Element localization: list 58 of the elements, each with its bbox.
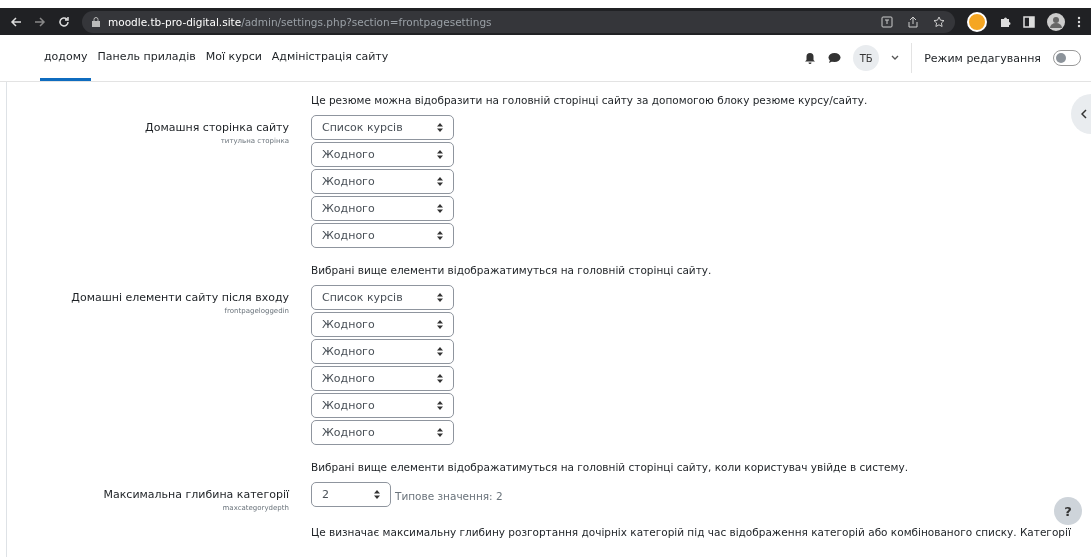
chevron-left-icon: [1081, 109, 1087, 119]
translate-icon[interactable]: [881, 15, 893, 28]
back-icon[interactable]: [10, 15, 22, 28]
profile-icon[interactable]: [1047, 12, 1065, 31]
help-button[interactable]: ?: [1054, 497, 1082, 525]
up-down-arrows-icon: [437, 401, 443, 410]
setting-label: Домашня сторінка сайту: [145, 121, 289, 134]
setting-description: Це резюме можна відобразити на головній сторінці сайту за допомогою блоку резюме курсу/сайту.: [311, 93, 868, 107]
star-icon[interactable]: [933, 15, 945, 28]
up-down-arrows-icon: [374, 490, 380, 499]
user-avatar[interactable]: ТБ: [853, 45, 880, 71]
chat-icon[interactable]: [828, 52, 842, 64]
up-down-arrows-icon: [437, 428, 443, 437]
up-down-arrows-icon: [437, 320, 443, 329]
up-down-arrows-icon: [437, 293, 443, 302]
default-value-note: Типове значення: 2: [395, 489, 503, 502]
select-dropdown[interactable]: Жодного: [311, 420, 454, 445]
up-down-arrows-icon: [437, 347, 443, 356]
bell-icon[interactable]: [804, 52, 817, 64]
select-dropdown[interactable]: Жодного: [311, 142, 454, 167]
setting-description: Це визначає максимальну глибину розгортання дочірніх категорій під час відображення категорій або комбінованого списку. Категорії: [311, 525, 1071, 539]
extension-icon[interactable]: [967, 11, 987, 32]
select-dropdown[interactable]: Жодного: [311, 312, 454, 337]
url-text: moodle.tb-pro-digital.site/admin/settings.php?section=frontpagesettings: [108, 15, 493, 28]
up-down-arrows-icon: [437, 204, 443, 213]
up-down-arrows-icon: [437, 177, 443, 186]
share-icon[interactable]: [907, 15, 919, 28]
up-down-arrows-icon: [437, 374, 443, 383]
nav-tab[interactable]: Мої курси: [201, 35, 266, 81]
up-down-arrows-icon: [437, 231, 443, 240]
menu-icon[interactable]: [1077, 15, 1081, 28]
sidebar-icon[interactable]: [1023, 15, 1035, 28]
puzzle-icon[interactable]: [999, 15, 1011, 28]
lock-icon: [92, 16, 100, 27]
address-bar[interactable]: moodle.tb-pro-digital.site/admin/settings.php?section=frontpagesettings: [82, 10, 955, 33]
up-down-arrows-icon: [437, 150, 443, 159]
select-dropdown[interactable]: Список курсів: [311, 115, 454, 140]
up-down-arrows-icon: [437, 123, 443, 132]
edit-mode-label: Режим редагування: [924, 51, 1041, 65]
select-dropdown[interactable]: Список курсів: [311, 285, 454, 310]
select-dropdown[interactable]: Жодного: [311, 169, 454, 194]
setting-description: Вибрані вище елементи відображатимуться на головній сторінці сайту, коли користувач увійде в систему.: [311, 460, 908, 474]
select-dropdown[interactable]: Жодного: [311, 366, 454, 391]
forward-icon[interactable]: [34, 15, 46, 28]
setting-description: Вибрані вище елементи відображатимуться на головній сторінці сайту.: [311, 263, 712, 277]
select-dropdown[interactable]: Жодного: [311, 223, 454, 248]
select-dropdown[interactable]: Жодного: [311, 196, 454, 221]
nav-tab[interactable]: Адміністрація сайту: [267, 35, 393, 81]
select-dropdown[interactable]: 2: [311, 482, 391, 507]
nav-tab[interactable]: додому: [40, 35, 92, 81]
setting-label: Домашні елементи сайту після входу: [71, 291, 289, 304]
setting-label: Максимальна глибина категорії: [103, 488, 289, 501]
edit-mode-toggle[interactable]: [1053, 50, 1081, 66]
chevron-down-icon[interactable]: [891, 55, 900, 61]
select-dropdown[interactable]: Жодного: [311, 393, 454, 418]
reload-icon[interactable]: [58, 15, 70, 28]
nav-tab[interactable]: Панель приладів: [93, 35, 200, 81]
select-dropdown[interactable]: Жодного: [311, 339, 454, 364]
